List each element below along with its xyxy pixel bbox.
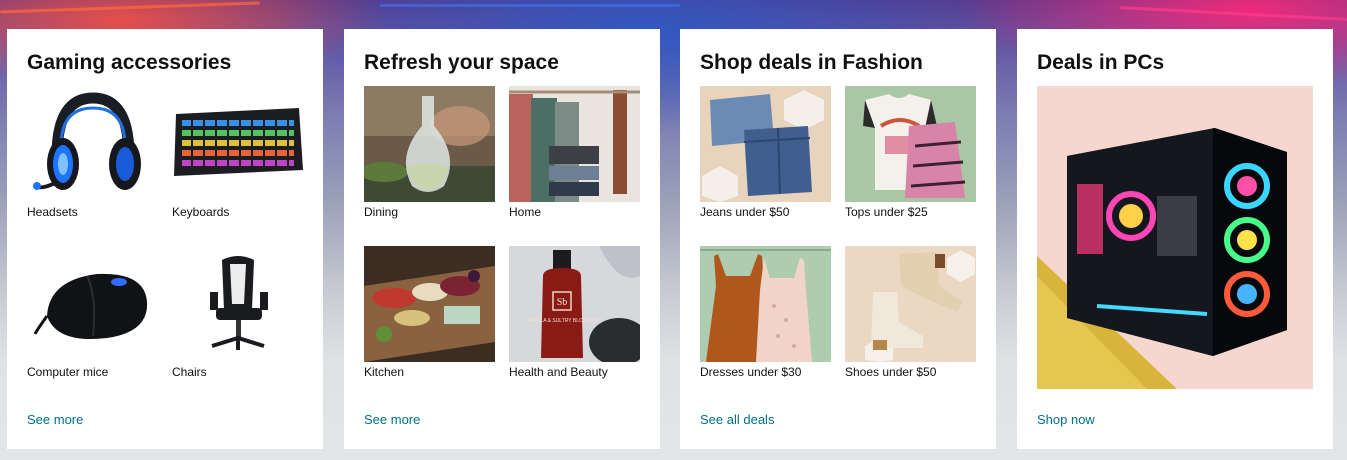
see-all-deals-link[interactable]: See all deals	[700, 412, 774, 427]
towels-icon[interactable]	[509, 86, 640, 202]
tile-chairs[interactable]: Chairs	[172, 246, 303, 380]
charcuterie-board-icon[interactable]	[364, 246, 495, 362]
tile-dresses[interactable]: Dresses under $30	[700, 246, 831, 380]
soap-brand-mark: Sb	[557, 297, 568, 308]
card-title[interactable]: Deals in PCs	[1037, 49, 1313, 77]
card-shop-deals-in-fashion: Shop deals in Fashion Jeans under $50 To…	[680, 29, 996, 449]
tile-health-and-beauty[interactable]: Sb VANILLA & SULTRY BLOSSOM Health and B…	[509, 246, 640, 380]
tile-label[interactable]: Dresses under $30	[700, 364, 831, 380]
card-title[interactable]: Refresh your space	[364, 49, 640, 77]
boots-icon[interactable]	[845, 246, 976, 362]
tile-label[interactable]: Chairs	[172, 364, 303, 380]
tile-label[interactable]: Keyboards	[172, 204, 303, 220]
card-deals-in-pcs: Deals in PCs Shop now	[1017, 29, 1333, 449]
soap-bottle-icon[interactable]: Sb VANILLA & SULTRY BLOSSOM	[509, 246, 640, 362]
tile-keyboards[interactable]: Keyboards	[172, 86, 303, 220]
tile-label[interactable]: Shoes under $50	[845, 364, 976, 380]
soap-name-text: VANILLA & SULTRY BLOSSOM	[526, 318, 597, 324]
tile-dining[interactable]: Dining	[364, 86, 495, 220]
tile-label[interactable]: Headsets	[27, 204, 158, 220]
tops-icon[interactable]	[845, 86, 976, 202]
tile-shoes[interactable]: Shoes under $50	[845, 246, 976, 380]
keyboard-icon[interactable]	[172, 86, 303, 202]
card-title[interactable]: Gaming accessories	[27, 49, 303, 77]
card-title[interactable]: Shop deals in Fashion	[700, 49, 976, 77]
tile-headsets[interactable]: Headsets	[27, 86, 158, 220]
dresses-icon[interactable]	[700, 246, 831, 362]
tile-grid: Dining Home Kitchen Sb VANILLA & SULTRY …	[364, 86, 640, 386]
see-more-link[interactable]: See more	[27, 412, 83, 427]
tile-computer-mice[interactable]: Computer mice	[27, 246, 158, 380]
tile-home[interactable]: Home	[509, 86, 640, 220]
headset-icon[interactable]	[27, 86, 158, 202]
gaming-pc-icon[interactable]	[1037, 86, 1313, 389]
tile-grid: Headsets Keyboards Computer mice Chairs	[27, 86, 303, 386]
tile-tops[interactable]: Tops under $25	[845, 86, 976, 220]
chair-icon[interactable]	[172, 246, 303, 362]
shop-now-link[interactable]: Shop now	[1037, 412, 1095, 427]
tile-label[interactable]: Health and Beauty	[509, 364, 640, 380]
tile-label[interactable]: Tops under $25	[845, 204, 976, 220]
tile-jeans[interactable]: Jeans under $50	[700, 86, 831, 220]
carafe-icon[interactable]	[364, 86, 495, 202]
card-refresh-your-space: Refresh your space Dining Home Kitchen S…	[344, 29, 660, 449]
tile-grid: Jeans under $50 Tops under $25 Dresses u…	[700, 86, 976, 386]
tile-label[interactable]: Computer mice	[27, 364, 158, 380]
tile-label[interactable]: Jeans under $50	[700, 204, 831, 220]
see-more-link[interactable]: See more	[364, 412, 420, 427]
mouse-icon[interactable]	[27, 246, 158, 362]
jeans-icon[interactable]	[700, 86, 831, 202]
card-gaming-accessories: Gaming accessories Headsets Keyboards Co…	[7, 29, 323, 449]
tile-kitchen[interactable]: Kitchen	[364, 246, 495, 380]
tile-label[interactable]: Home	[509, 204, 640, 220]
tile-label[interactable]: Dining	[364, 204, 495, 220]
tile-label[interactable]: Kitchen	[364, 364, 495, 380]
